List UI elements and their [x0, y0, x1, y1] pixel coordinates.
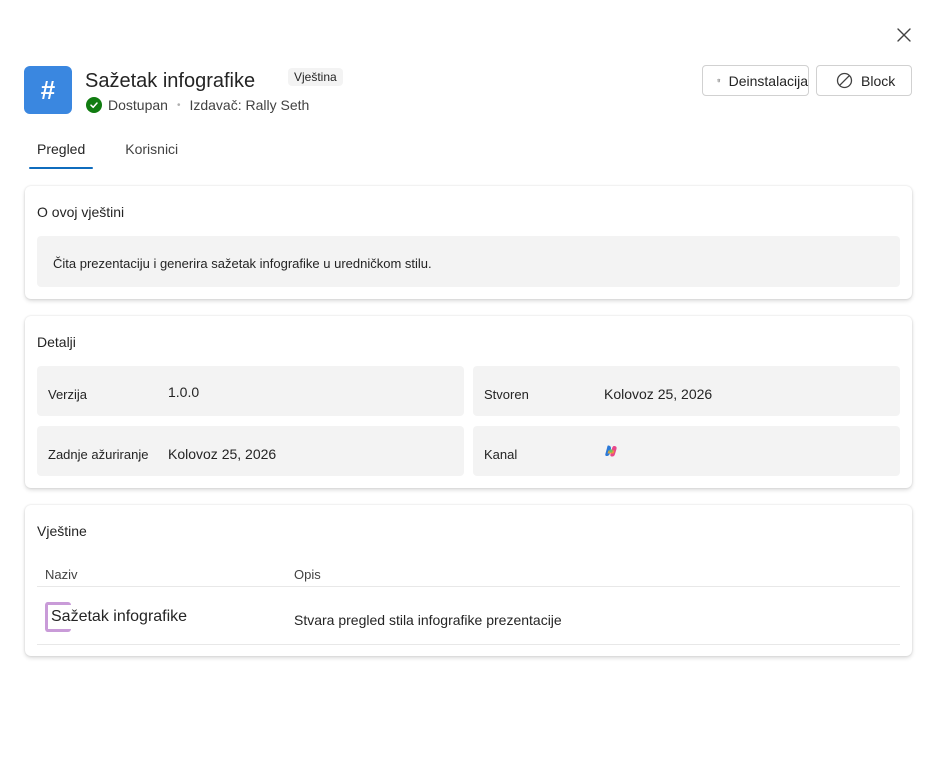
header-divider — [37, 586, 900, 587]
details-title: Detalji — [37, 334, 76, 350]
tab-list: Pregled Korisnici — [29, 133, 186, 169]
created-value: Kolovoz 25, 2026 — [604, 386, 713, 402]
meta-row: Dostupan • Izdavač: Rally Seth — [86, 97, 309, 113]
column-header-name: Naziv — [45, 567, 78, 582]
detail-version: Verzija 1.0.0 — [37, 366, 464, 416]
hash-icon: # — [40, 74, 56, 105]
about-title: O ovoj vještini — [37, 204, 125, 220]
uninstall-button[interactable]: Deinstalacija — [702, 65, 809, 96]
uninstall-label: Deinstalacija — [728, 72, 808, 89]
updated-value: Kolovoz 25, 2026 — [168, 446, 277, 462]
trash-icon — [717, 78, 721, 83]
block-label: Block — [861, 72, 896, 89]
copilot-icon — [604, 444, 618, 461]
version-value: 1.0.0 — [168, 384, 200, 400]
about-card: O ovoj vještini Čita prezentaciju i gene… — [25, 186, 912, 299]
skills-title: Vještine — [37, 523, 87, 539]
check-circle-icon — [86, 97, 102, 113]
page-title: Sažetak infografike — [85, 70, 256, 92]
separator-dot: • — [176, 99, 181, 111]
tab-korisnici[interactable]: Korisnici — [117, 133, 186, 169]
tab-pregled[interactable]: Pregled — [29, 133, 94, 169]
detail-updated: Zadnje ažuriranje Kolovoz 25, 2026 — [37, 426, 464, 476]
skill-name: Sažetak infografike — [51, 608, 188, 625]
details-card: Detalji Verzija 1.0.0 Stvoren Kolovoz 25… — [25, 316, 912, 488]
table-row[interactable]: Sažetak infografike — [45, 602, 187, 632]
column-header-description: Opis — [294, 567, 321, 582]
close-icon — [897, 28, 911, 42]
close-button[interactable] — [893, 24, 915, 46]
kind-badge: Vještina — [288, 68, 343, 86]
skill-description: Stvara pregled stila infografike prezent… — [294, 612, 562, 628]
channel-label: Kanal — [484, 447, 518, 462]
app-icon: # — [24, 66, 72, 114]
created-label: Stvoren — [484, 387, 529, 402]
detail-channel: Kanal — [473, 426, 900, 476]
detail-created: Stvoren Kolovoz 25, 2026 — [473, 366, 900, 416]
status-text: Dostupan — [108, 97, 168, 113]
block-icon — [836, 72, 853, 89]
block-button[interactable]: Block — [816, 65, 912, 96]
about-description: Čita prezentaciju i generira sažetak inf… — [37, 236, 900, 287]
skills-card: Vještine Naziv Opis Sažetak infografike … — [25, 505, 912, 656]
publisher-text: Izdavač: Rally Seth — [189, 97, 310, 113]
updated-label: Zadnje ažuriranje — [48, 447, 149, 462]
row-divider — [37, 644, 900, 645]
version-label: Verzija — [48, 387, 88, 402]
